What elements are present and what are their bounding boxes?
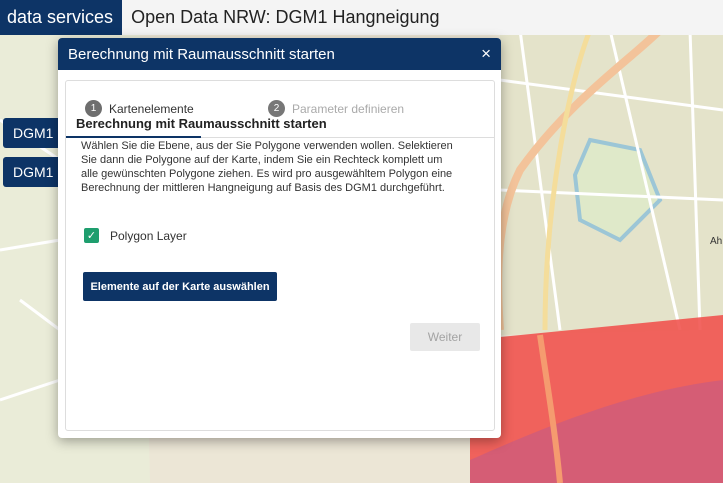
layer-button[interactable]: DGM1 - <box>3 118 63 148</box>
step-label: Kartenelemente <box>109 101 194 116</box>
dialog-title: Berechnung mit Raumausschnitt starten <box>68 45 335 63</box>
checkbox-checked-icon[interactable]: ✓ <box>84 228 99 243</box>
active-step-indicator <box>66 136 201 138</box>
step-label: Parameter definieren <box>292 101 405 116</box>
step-kartenelemente[interactable]: 1 Kartenelemente <box>85 100 194 117</box>
brand-logo[interactable]: data services <box>0 0 123 35</box>
close-icon[interactable]: × <box>481 44 491 64</box>
app-title: Open Data NRW: DGM1 Hangneigung <box>131 7 440 27</box>
section-title: Berechnung mit Raumausschnitt starten <box>76 116 327 131</box>
step-parameter[interactable]: 2 Parameter definieren <box>268 100 404 117</box>
polygon-layer-option[interactable]: ✓ Polygon Layer <box>84 228 187 243</box>
top-bar: data services Open Data NRW: DGM1 Hangne… <box>0 0 723 35</box>
layer-button[interactable]: DGM1 - <box>3 157 63 187</box>
calculation-dialog: Berechnung mit Raumausschnitt starten × … <box>58 38 501 438</box>
description-text: Wählen Sie die Ebene, aus der Sie Polygo… <box>81 140 453 194</box>
step-number: 1 <box>85 100 102 117</box>
select-elements-button[interactable]: Elemente auf der Karte auswählen <box>83 272 277 301</box>
next-button[interactable]: Weiter <box>410 323 480 351</box>
step-number: 2 <box>268 100 285 117</box>
dialog-header: Berechnung mit Raumausschnitt starten × <box>58 38 501 70</box>
map-label: Ah <box>710 236 722 247</box>
checkbox-label: Polygon Layer <box>110 228 187 243</box>
dialog-card: 1 Kartenelemente 2 Parameter definieren <box>65 80 495 431</box>
